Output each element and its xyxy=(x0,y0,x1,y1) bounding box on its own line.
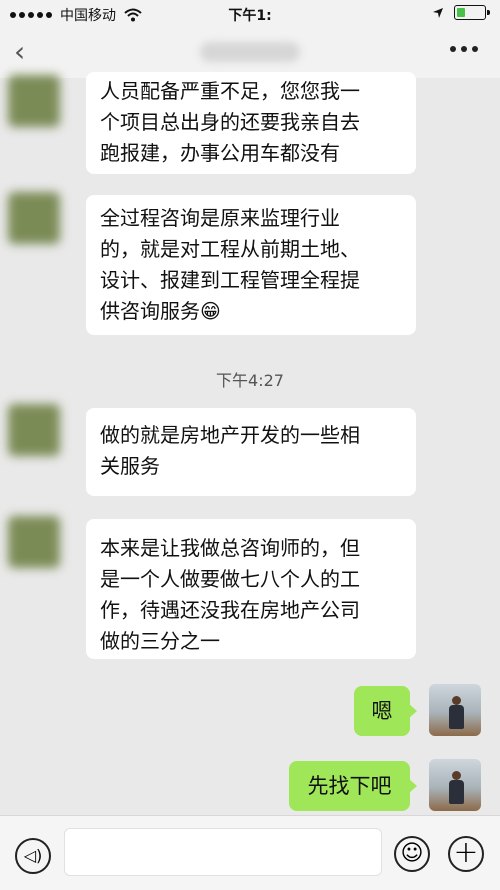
message-line: 供咨询服务 xyxy=(100,299,200,323)
more-dots-icon[interactable] xyxy=(450,46,478,52)
contact-avatar[interactable] xyxy=(8,404,60,456)
message-bubble-sent[interactable]: 先找下吧 xyxy=(289,761,417,811)
message-line: 做的三分之一 xyxy=(100,629,220,653)
back-icon[interactable]: ‹ xyxy=(14,38,25,66)
status-bar: 中国移动 下午1: xyxy=(0,0,500,28)
message-input[interactable] xyxy=(64,828,382,876)
message-line: 跑报建，办事公用车都没有 xyxy=(100,141,340,165)
plus-icon[interactable]: + xyxy=(448,836,484,872)
emoji-icon[interactable]: ☺ xyxy=(394,836,430,872)
message-bubble-received[interactable]: 全过程咨询是原来监理行业 的，就是对工程从前期土地、 设计、报建到工程管理全程提… xyxy=(86,195,416,335)
message-line: 是一个人做要做七八个人的工 xyxy=(100,567,360,591)
message-line: 设计、报建到工程管理全程提 xyxy=(100,268,360,292)
contact-avatar[interactable] xyxy=(8,192,60,244)
message-bubble-sent[interactable]: 嗯 xyxy=(354,686,417,736)
message-bubble-received[interactable]: 本来是让我做总咨询师的，但 是一个人做要做七八个人的工 作，待遇还没我在房地产公… xyxy=(86,519,416,659)
message-bubble-received[interactable]: 做的就是房地产开发的一些相 关服务 xyxy=(86,408,416,496)
battery-icon xyxy=(454,5,490,20)
message-line: 全过程咨询是原来监理行业 xyxy=(100,206,340,230)
time-divider: 下午4:27 xyxy=(216,371,284,390)
message-line: 关服务 xyxy=(100,454,160,478)
message-bubble-received[interactable]: 人员配备严重不足，您您我一 个项目总出身的还要我亲自去 跑报建，办事公用车都没有 xyxy=(86,72,416,174)
my-avatar[interactable] xyxy=(429,759,481,811)
voice-icon[interactable]: ◁) xyxy=(15,838,51,874)
grin-emoji-icon: 😁 xyxy=(200,299,221,323)
contact-avatar[interactable] xyxy=(8,75,60,127)
chat-header: ‹ xyxy=(0,28,500,78)
input-bar: ◁) ☺ + xyxy=(0,815,500,890)
message-line: 个项目总出身的还要我亲自去 xyxy=(100,110,360,134)
message-line: 人员配备严重不足，您您我一 xyxy=(100,79,360,103)
location-arrow-icon xyxy=(433,7,443,18)
chat-title-blurred xyxy=(200,42,300,62)
status-time: 下午1: xyxy=(228,8,272,24)
my-avatar[interactable] xyxy=(429,684,481,736)
message-line: 作，待遇还没我在房地产公司 xyxy=(100,598,360,622)
contact-avatar[interactable] xyxy=(8,516,60,568)
message-line: 做的就是房地产开发的一些相 xyxy=(100,423,360,447)
message-line: 的，就是对工程从前期土地、 xyxy=(100,237,360,261)
message-line: 本来是让我做总咨询师的，但 xyxy=(100,536,360,560)
